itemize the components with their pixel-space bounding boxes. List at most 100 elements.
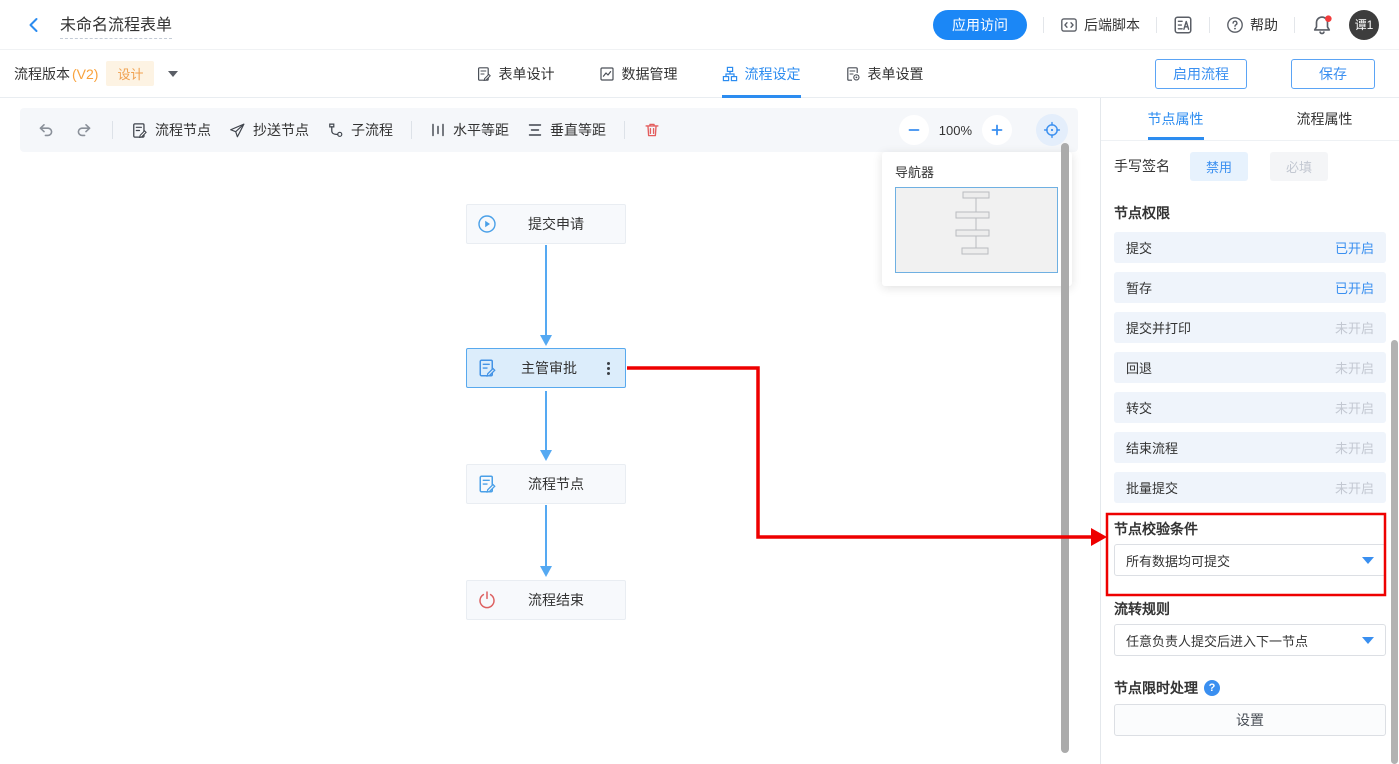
signature-setting-row: 手写签名 禁用 必填	[1114, 152, 1386, 180]
version-label: 流程版本	[14, 64, 70, 84]
divider	[1156, 17, 1157, 33]
status-badge: 未开启	[1335, 478, 1374, 497]
help-button[interactable]: 帮助	[1226, 15, 1278, 35]
undo-icon[interactable]	[36, 120, 56, 140]
language-icon[interactable]	[1173, 15, 1193, 35]
code-icon	[1060, 16, 1078, 34]
backend-script-button[interactable]: 后端脚本	[1060, 15, 1140, 35]
divider	[1209, 17, 1210, 33]
flow-rule-title: 流转规则	[1114, 599, 1386, 619]
status-badge: 未开启	[1335, 398, 1374, 417]
permission-row-batch-submit[interactable]: 批量提交 未开启	[1114, 472, 1386, 503]
status-badge: 未开启	[1335, 358, 1374, 377]
question-circle-icon	[1226, 16, 1244, 34]
subflow-branch-icon	[327, 122, 344, 139]
version-value: (V2)	[72, 66, 98, 82]
avatar[interactable]: 谭1	[1349, 10, 1379, 40]
navigator-minimap[interactable]	[895, 187, 1058, 273]
node-manager-approval[interactable]: 主管审批	[466, 348, 626, 388]
status-badge: 已开启	[1335, 278, 1374, 297]
form-edit-icon	[131, 122, 148, 139]
divider	[411, 121, 412, 139]
tab-form-settings[interactable]: 表单设置	[845, 50, 924, 98]
back-button[interactable]	[22, 13, 46, 37]
status-badge: 已开启	[1335, 238, 1374, 257]
chevron-down-icon	[1351, 545, 1385, 575]
time-limit-title: 节点限时处理 ?	[1114, 678, 1386, 698]
notification-bell-icon[interactable]	[1311, 14, 1333, 36]
sub-header-bar: 流程版本 (V2) 设计 表单设计 数据管理 流程设定 表	[0, 50, 1399, 98]
divider	[112, 121, 113, 139]
horizontal-spacing-icon	[430, 122, 446, 138]
horizontal-spacing-button[interactable]: 水平等距	[430, 120, 509, 140]
form-edit-icon	[476, 66, 492, 82]
validation-condition-title: 节点校验条件	[1114, 519, 1386, 539]
save-button[interactable]: 保存	[1291, 59, 1375, 89]
form-edit-icon	[477, 474, 497, 494]
node-flow-end[interactable]: 流程结束	[466, 580, 626, 620]
status-badge: 未开启	[1335, 438, 1374, 457]
flow-rule-select[interactable]: 任意负责人提交后进入下一节点	[1114, 624, 1386, 656]
tab-node-properties[interactable]: 节点属性	[1101, 98, 1250, 140]
node-submit-request[interactable]: 提交申请	[466, 204, 626, 244]
vertical-spacing-button[interactable]: 垂直等距	[527, 120, 606, 140]
permission-row-rollback[interactable]: 回退 未开启	[1114, 352, 1386, 383]
power-icon	[477, 590, 497, 610]
panel-tabs: 节点属性 流程属性	[1101, 98, 1399, 141]
divider	[1294, 17, 1295, 33]
flowchart-icon	[722, 66, 738, 82]
node-menu-dots-icon[interactable]	[601, 362, 615, 375]
main-tabs: 表单设计 数据管理 流程设定 表单设置	[476, 50, 924, 98]
permission-list: 提交 已开启 暂存 已开启 提交并打印 未开启 回退 未开启 转交 未开启	[1114, 232, 1386, 503]
zoom-in-button[interactable]	[982, 115, 1012, 145]
locate-target-icon[interactable]	[1036, 114, 1068, 146]
add-subflow-button[interactable]: 子流程	[327, 120, 393, 140]
chevron-down-icon	[1351, 625, 1385, 655]
node-permissions-title: 节点权限	[1114, 203, 1386, 223]
design-mode-badge[interactable]: 设计	[106, 61, 154, 86]
divider	[624, 121, 625, 139]
node-flow-node[interactable]: 流程节点	[466, 464, 626, 504]
signature-disable-option[interactable]: 禁用	[1190, 152, 1248, 181]
form-edit-icon	[477, 358, 497, 378]
redo-icon[interactable]	[74, 120, 94, 140]
divider	[1043, 17, 1044, 33]
signature-label: 手写签名	[1114, 156, 1170, 176]
canvas-scrollbar[interactable]	[1061, 143, 1069, 753]
zoom-out-button[interactable]	[899, 115, 929, 145]
page-title[interactable]: 未命名流程表单	[60, 11, 172, 39]
time-limit-setting-button[interactable]: 设置	[1114, 704, 1386, 736]
tab-data-management[interactable]: 数据管理	[599, 50, 678, 98]
navigator-panel: 导航器	[882, 152, 1072, 286]
delete-trash-icon[interactable]	[643, 121, 661, 139]
add-cc-node-button[interactable]: 抄送节点	[229, 120, 309, 140]
validation-condition-select[interactable]: 所有数据均可提交	[1114, 544, 1386, 576]
permission-row-save-draft[interactable]: 暂存 已开启	[1114, 272, 1386, 303]
tab-form-design[interactable]: 表单设计	[476, 50, 555, 98]
enable-flow-button[interactable]: 启用流程	[1155, 59, 1247, 89]
chevron-down-icon[interactable]	[168, 71, 178, 77]
signature-required-option[interactable]: 必填	[1270, 152, 1328, 181]
version-group: 流程版本 (V2) 设计	[14, 61, 178, 86]
panel-scrollbar[interactable]	[1391, 340, 1398, 764]
app-access-button[interactable]: 应用访问	[933, 10, 1027, 40]
permission-row-transfer[interactable]: 转交 未开启	[1114, 392, 1386, 423]
navigator-title: 导航器	[895, 162, 1059, 181]
canvas-toolbar: 流程节点 抄送节点 子流程	[20, 108, 1078, 152]
zoom-level: 100%	[939, 123, 972, 138]
tab-flow-properties[interactable]: 流程属性	[1250, 98, 1399, 140]
properties-panel: 节点属性 流程属性 手写签名 禁用 必填 节点权限 提交 已开启 暂存 已开启	[1100, 98, 1399, 764]
vertical-spacing-icon	[527, 122, 543, 138]
add-flow-node-button[interactable]: 流程节点	[131, 120, 211, 140]
paper-plane-icon	[229, 122, 246, 139]
permission-row-submit-print[interactable]: 提交并打印 未开启	[1114, 312, 1386, 343]
status-badge: 未开启	[1335, 318, 1374, 337]
permission-row-end-flow[interactable]: 结束流程 未开启	[1114, 432, 1386, 463]
data-chart-icon	[599, 66, 615, 82]
tab-flow-settings[interactable]: 流程设定	[722, 50, 801, 98]
flow-canvas[interactable]: 流程节点 抄送节点 子流程	[0, 98, 1100, 764]
permission-row-submit[interactable]: 提交 已开启	[1114, 232, 1386, 263]
question-circle-icon[interactable]: ?	[1204, 680, 1220, 696]
form-gear-icon	[845, 66, 861, 82]
app-header: 未命名流程表单 应用访问 后端脚本 帮助 谭1	[0, 0, 1399, 50]
